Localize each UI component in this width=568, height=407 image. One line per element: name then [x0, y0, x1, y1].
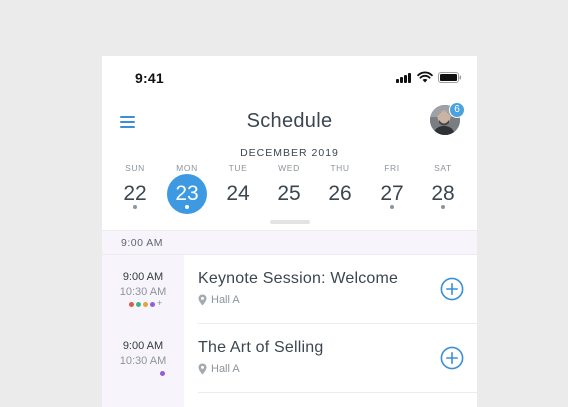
session-end-time: 10:30 AM	[119, 355, 167, 367]
event-indicator-dot	[185, 205, 189, 209]
tag-dot	[160, 371, 165, 376]
phone-screen: 9:41 Schedule 6 DECEMBER 2019 SUN 22 MON…	[102, 56, 477, 407]
tag-dot	[129, 302, 134, 307]
session-title[interactable]: Keynote Session: Welcome	[198, 270, 398, 288]
session-start-time: 9:00 AM	[122, 340, 164, 352]
day-of-week-label: THU	[330, 163, 350, 173]
app-header: Schedule 6	[102, 100, 477, 144]
status-time: 9:41	[135, 70, 164, 86]
day-of-week-label: TUE	[228, 163, 248, 173]
day-of-week-label: WED	[278, 163, 300, 173]
location-pin-icon	[198, 294, 207, 306]
day-of-week-label: FRI	[384, 163, 400, 173]
session-row[interactable]: 9:00 AM 10:30 AM + Keynote Session: Welc…	[102, 255, 477, 324]
day-number: 26	[328, 182, 352, 205]
day-24[interactable]: TUE 24	[216, 162, 260, 218]
tag-dot	[136, 302, 141, 307]
session-tag-dots	[129, 371, 169, 376]
session-tag-dots: +	[129, 298, 169, 308]
wifi-icon	[417, 71, 433, 83]
day-26[interactable]: THU 26	[318, 162, 362, 218]
session-row[interactable]: 9:00 AM 10:30 AM The Art of Selling Hall…	[102, 324, 477, 393]
day-of-week-label: SUN	[125, 163, 145, 173]
session-title[interactable]: The Art of Selling	[198, 339, 323, 357]
tag-dot	[150, 302, 155, 307]
row-divider	[198, 392, 477, 393]
status-bar: 9:41	[102, 56, 477, 100]
page-title: Schedule	[246, 110, 333, 132]
add-to-schedule-icon[interactable]	[440, 277, 464, 301]
day-27[interactable]: FRI 27	[370, 162, 414, 218]
more-tags-label: +	[157, 298, 163, 308]
session-end-time: 10:30 AM	[119, 286, 167, 298]
event-indicator-dot	[441, 205, 445, 209]
week-strip: SUN 22 MON 23 TUE 24 WED 25 THU 26 FRI 2…	[102, 162, 477, 218]
cellular-signal-icon	[396, 73, 413, 83]
day-25[interactable]: WED 25	[267, 162, 311, 218]
month-label: DECEMBER 2019	[240, 147, 339, 159]
tag-dot	[143, 302, 148, 307]
location-label: Hall A	[211, 294, 240, 306]
day-number: 25	[277, 182, 301, 205]
event-indicator-dot	[390, 205, 394, 209]
calendar-drag-handle[interactable]	[270, 220, 310, 224]
day-of-week-label: SAT	[434, 163, 452, 173]
event-indicator-dot	[133, 205, 137, 209]
time-section-header: 9:00 AM	[102, 230, 477, 255]
section-time-label: 9:00 AM	[121, 237, 164, 249]
add-to-schedule-icon[interactable]	[440, 346, 464, 370]
day-23-selected[interactable]: MON 23	[165, 162, 209, 218]
day-number: 24	[226, 182, 250, 205]
day-28[interactable]: SAT 28	[421, 162, 465, 218]
battery-icon	[438, 72, 462, 83]
notification-badge: 6	[449, 102, 465, 118]
location-pin-icon	[198, 363, 207, 375]
location-label: Hall A	[211, 363, 240, 375]
day-of-week-label: MON	[176, 163, 198, 173]
session-start-time: 9:00 AM	[122, 271, 164, 283]
day-22[interactable]: SUN 22	[113, 162, 157, 218]
